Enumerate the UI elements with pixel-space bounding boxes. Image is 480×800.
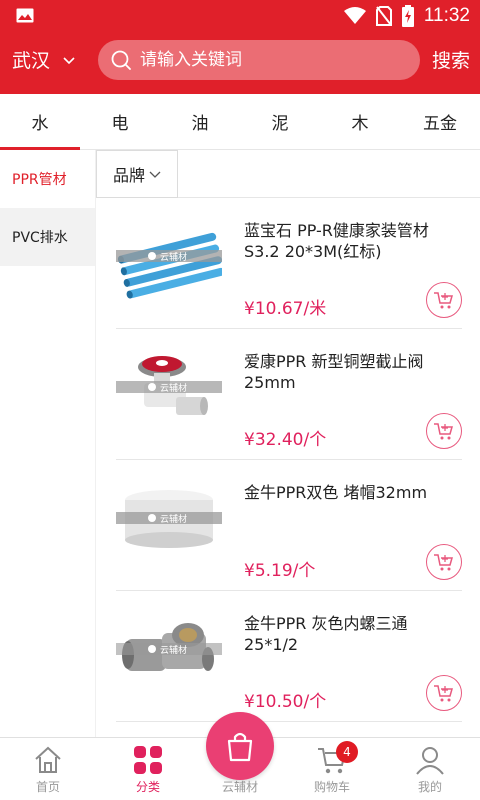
- shopping-bag-icon: [227, 732, 253, 762]
- chevron-down-icon: [63, 56, 75, 64]
- search-box[interactable]: [98, 40, 420, 80]
- watermark-text: 云辅材: [160, 251, 187, 263]
- nav-label-cart: 购物车: [313, 780, 350, 794]
- home-icon: [35, 746, 61, 773]
- tab-wood[interactable]: 木: [320, 94, 400, 149]
- tab-electric[interactable]: 电: [80, 94, 160, 149]
- watermark-text: 云辅材: [160, 513, 187, 525]
- city-selector[interactable]: 武汉: [12, 46, 76, 73]
- header: 武汉 搜索: [0, 32, 480, 94]
- wifi-icon: [343, 7, 366, 24]
- image-notification-icon: [16, 8, 34, 23]
- sidebar: PPR管材 PVC排水: [0, 150, 96, 737]
- category-tabs: 水 电 油 泥 木 五金: [0, 94, 480, 150]
- add-cart-icon: [434, 685, 453, 702]
- product-name: 蓝宝石 PP-R健康家装管材S3.2 20*3M(红标): [244, 221, 429, 261]
- tab-masonry[interactable]: 泥: [240, 94, 320, 149]
- battery-charging-icon: [401, 5, 414, 27]
- nav-label-profile: 我的: [417, 780, 442, 794]
- product-image: 云辅材: [116, 356, 222, 415]
- watermark-text: 云辅材: [160, 644, 187, 656]
- tab-water[interactable]: 水: [0, 94, 80, 150]
- chevron-down-icon: [149, 171, 161, 178]
- product-item[interactable]: 云辅材 金牛PPR 灰色内螺三通25*1/2 ¥10.50/个: [116, 591, 462, 722]
- product-name: 金牛PPR双色 堵帽32mm: [244, 483, 428, 502]
- search-button[interactable]: 搜索: [432, 46, 470, 73]
- add-to-cart-button[interactable]: [426, 675, 462, 711]
- no-sim-icon: [375, 6, 392, 26]
- top-bar: 11:32 武汉 搜索: [0, 0, 480, 94]
- nav-label-yunfucai: 云辅材: [221, 780, 258, 794]
- cart-badge: 4: [336, 741, 358, 763]
- nav-label-home: 首页: [35, 780, 60, 794]
- brand-filter-button[interactable]: 品牌: [96, 150, 178, 198]
- nav-cart[interactable]: 购物车: [284, 738, 380, 800]
- category-icon: [134, 746, 162, 774]
- product-item[interactable]: 云辅材 金牛PPR双色 堵帽32mm ¥5.19/个: [116, 460, 462, 591]
- product-image: 云辅材: [116, 623, 222, 671]
- city-label: 武汉: [12, 50, 51, 72]
- tab-paint[interactable]: 油: [160, 94, 240, 149]
- product-image: 云辅材: [116, 232, 222, 299]
- search-icon: [111, 50, 131, 70]
- sidebar-item-pvc-drain[interactable]: PVC排水: [0, 208, 95, 266]
- product-name: 金牛PPR 灰色内螺三通25*1/2: [244, 614, 408, 654]
- add-cart-icon: [434, 423, 453, 440]
- add-to-cart-button[interactable]: [426, 544, 462, 580]
- add-to-cart-button[interactable]: [426, 282, 462, 318]
- product-image: 云辅材: [116, 490, 222, 548]
- product-name: 爱康PPR 新型铜塑截止阀25mm: [244, 352, 424, 392]
- filter-bar: 品牌: [96, 150, 480, 198]
- watermark-text: 云辅材: [160, 382, 187, 394]
- nav-home[interactable]: 首页: [0, 738, 96, 800]
- nav-label-category: 分类: [135, 780, 160, 794]
- status-bar: 11:32: [0, 0, 480, 32]
- sidebar-item-ppr-pipe[interactable]: PPR管材: [0, 150, 95, 208]
- brand-filter-label: 品牌: [112, 166, 145, 185]
- product-price: ¥10.67/米: [244, 299, 327, 319]
- add-cart-icon: [434, 554, 453, 571]
- search-input[interactable]: [140, 50, 410, 70]
- yunfucai-fab-button[interactable]: [206, 712, 274, 780]
- status-time: 11:32: [423, 5, 470, 26]
- nav-category[interactable]: 分类: [100, 738, 196, 800]
- add-to-cart-button[interactable]: [426, 413, 462, 449]
- product-item[interactable]: 云辅材 蓝宝石 PP-R健康家装管材S3.2 20*3M(红标) ¥10.67/…: [116, 198, 462, 329]
- profile-icon: [416, 747, 444, 775]
- product-price: ¥10.50/个: [244, 692, 327, 712]
- product-list: 云辅材 蓝宝石 PP-R健康家装管材S3.2 20*3M(红标) ¥10.67/…: [96, 198, 480, 737]
- nav-profile[interactable]: 我的: [382, 738, 478, 800]
- product-price: ¥32.40/个: [244, 430, 327, 450]
- product-price: ¥5.19/个: [244, 561, 316, 581]
- tab-hardware[interactable]: 五金: [400, 94, 480, 149]
- product-item[interactable]: 云辅材 爱康PPR 新型铜塑截止阀25mm ¥32.40/个: [116, 329, 462, 460]
- add-cart-icon: [434, 292, 453, 309]
